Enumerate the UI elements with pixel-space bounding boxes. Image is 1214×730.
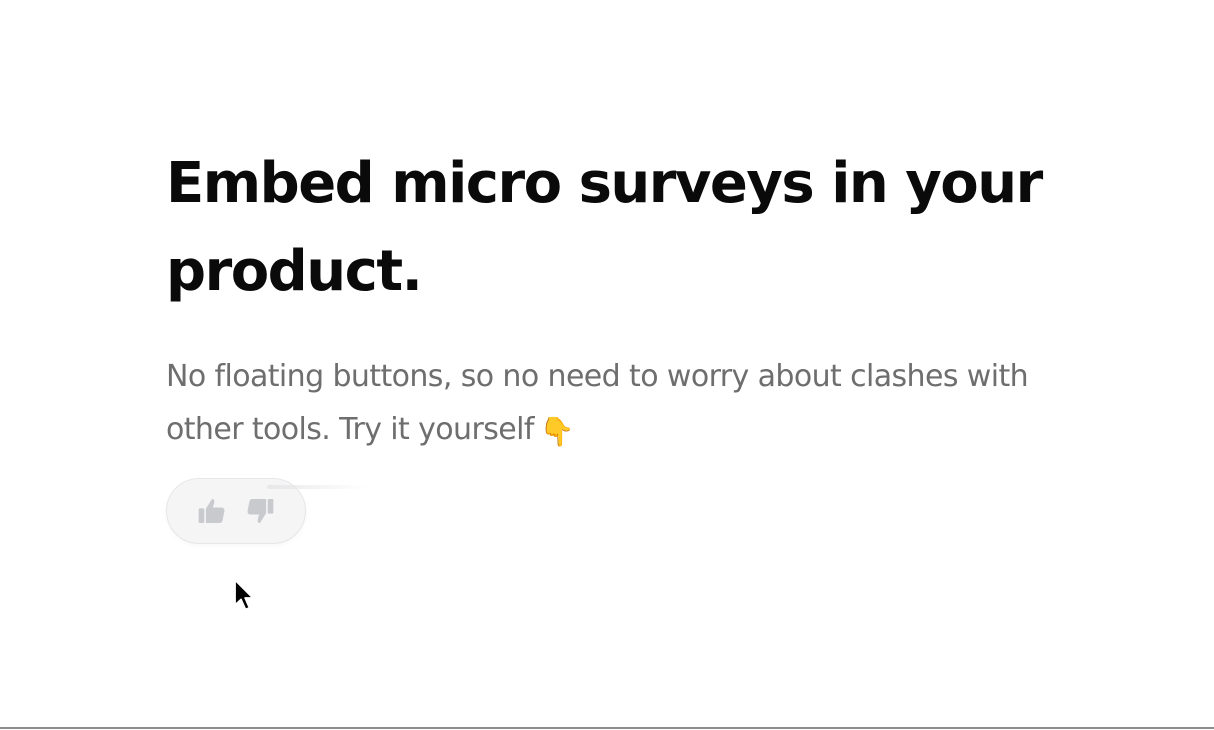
thumbs-up-button[interactable] bbox=[195, 494, 229, 528]
micro-survey-widget bbox=[166, 478, 367, 544]
thumbs-up-icon bbox=[198, 499, 225, 523]
mouse-cursor-icon bbox=[234, 579, 254, 611]
hero-section: Embed micro surveys in your product. No … bbox=[166, 140, 1126, 458]
hero-subtext: No floating buttons, so no need to worry… bbox=[166, 350, 1106, 458]
hero-subtext-text: No floating buttons, so no need to worry… bbox=[166, 359, 1029, 447]
page-headline: Embed micro surveys in your product. bbox=[166, 151, 1043, 304]
thumbs-down-button[interactable] bbox=[243, 494, 277, 528]
thumbs-down-icon bbox=[247, 499, 274, 523]
pointing-down-icon: 👇 bbox=[539, 415, 575, 448]
bottom-divider bbox=[0, 727, 1214, 729]
